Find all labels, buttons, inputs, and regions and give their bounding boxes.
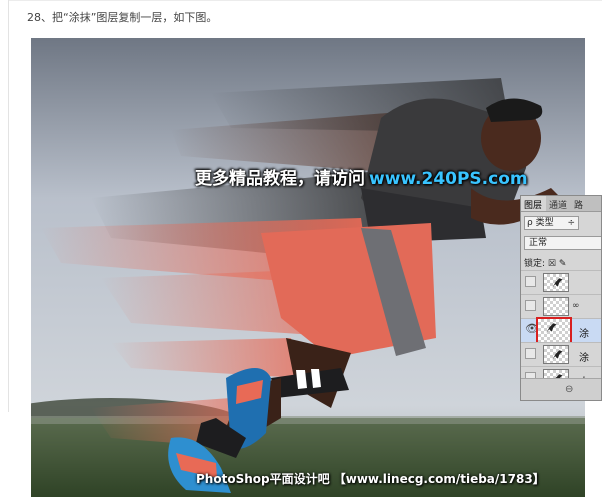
layer-row-selected[interactable]: 👁 涂 xyxy=(521,317,601,345)
layer-thumbnail-highlighted xyxy=(536,317,572,345)
layer-thumbnail xyxy=(543,297,569,316)
panel-tabs: 图层 通道 路 xyxy=(521,196,601,212)
page-top-rule xyxy=(8,0,602,1)
lock-label: 锁定: ☒ ✎ xyxy=(524,259,567,269)
visibility-toggle[interactable] xyxy=(525,276,536,287)
chevron-updown-icon: ÷ xyxy=(567,218,575,228)
layer-filter-select[interactable]: ρ 类型 ÷ xyxy=(524,216,579,230)
tab-paths[interactable]: 路 xyxy=(571,196,587,211)
layer-row[interactable] xyxy=(521,270,601,294)
sprinter-scene xyxy=(31,38,585,497)
page-left-rule xyxy=(8,0,9,412)
footer-credit: PhotoShop平面设计吧 【www.linecg.com/tieba/178… xyxy=(196,472,545,486)
tab-layers[interactable]: 图层 xyxy=(521,196,547,211)
filter-label: ρ 类型 xyxy=(527,218,554,228)
watermark-text: 更多精品教程，请访问 xyxy=(195,169,365,189)
site-watermark: 更多精品教程，请访问 www.240PS.com xyxy=(195,164,528,189)
layer-name: 涂 xyxy=(579,329,589,340)
panel-footer: ⊖ xyxy=(521,378,601,400)
layer-name: 涂 xyxy=(579,353,589,364)
layers-panel: 图层 通道 路 ρ 类型 ÷ 正常 锁定: ☒ ✎ ∞ 👁 涂 涂 ⊖ xyxy=(520,195,602,401)
eye-icon[interactable]: 👁 xyxy=(525,323,539,335)
tab-channels[interactable]: 通道 xyxy=(546,196,571,211)
link-chain-icon: ∞ xyxy=(572,301,580,311)
visibility-toggle[interactable] xyxy=(525,348,536,359)
layer-thumbnail xyxy=(543,273,569,292)
blend-mode-select[interactable]: 正常 xyxy=(524,236,601,250)
layer-row[interactable]: ∞ xyxy=(521,294,601,318)
layer-thumbnail xyxy=(543,345,569,364)
link-layers-icon[interactable]: ⊖ xyxy=(565,384,573,395)
layer-list: ∞ 👁 涂 涂 人 xyxy=(521,270,601,390)
visibility-toggle[interactable] xyxy=(525,300,536,311)
layer-row[interactable]: 涂 xyxy=(521,342,601,366)
watermark-url: www.240PS.com xyxy=(369,169,528,189)
step-caption: 28、把“涂抹”图层复制一层，如下图。 xyxy=(27,11,218,24)
tutorial-image xyxy=(31,38,585,497)
